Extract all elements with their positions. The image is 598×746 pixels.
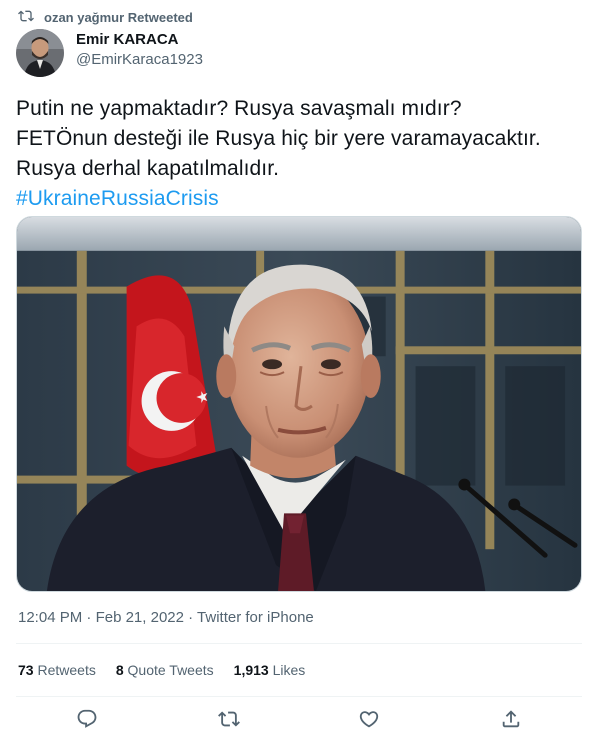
share-icon: [500, 710, 522, 734]
tweet-time[interactable]: 12:04 PM: [18, 609, 82, 626]
tweet-date[interactable]: Feb 21, 2022: [96, 609, 184, 626]
quote-tweets-label: Quote Tweets: [127, 662, 214, 678]
tweet-text: Putin ne yapmaktadır? Rusya savaşmalı mı…: [16, 94, 586, 214]
divider: [16, 643, 582, 644]
likes-stat[interactable]: 1,913 Likes: [234, 662, 306, 678]
retweet-context-text: ozan yağmur Retweeted: [44, 9, 193, 25]
retweet-context[interactable]: ozan yağmur Retweeted: [18, 8, 193, 26]
tweet-timestamp: 12:04 PM · Feb 21, 2022 · Twitter for iP…: [18, 609, 314, 626]
heart-icon: [358, 711, 380, 734]
likes-count: 1,913: [233, 662, 269, 678]
reply-button[interactable]: [76, 708, 100, 732]
retweet-icon: [18, 8, 44, 27]
retweets-label: Retweets: [37, 662, 96, 678]
divider: [16, 696, 582, 697]
tweet-stats: 73 Retweets 8 Quote Tweets 1,913 Likes: [18, 662, 325, 678]
retweets-stat[interactable]: 73 Retweets: [18, 662, 96, 678]
like-button[interactable]: [358, 708, 382, 732]
tweet-text-line: Putin ne yapmaktadır? Rusya savaşmalı mı…: [16, 97, 462, 120]
tweet-author[interactable]: Emir KARACA @EmirKaraca1923: [16, 28, 203, 78]
tweet-media-photo[interactable]: [16, 216, 582, 592]
share-button[interactable]: [500, 708, 524, 732]
tweet-source[interactable]: Twitter for iPhone: [197, 609, 314, 626]
likes-label: Likes: [272, 662, 306, 678]
tweet-text-line: Rusya derhal kapatılmalıdır.: [16, 157, 280, 180]
retweet-icon: [218, 711, 240, 734]
tweet-text-line: FETÖnun desteği ile Rusya hiç bir yere v…: [16, 127, 541, 150]
avatar[interactable]: [16, 29, 64, 77]
quote-tweets-stat[interactable]: 8 Quote Tweets: [116, 662, 214, 678]
quote-tweets-count: 8: [115, 662, 124, 678]
reply-icon: [76, 709, 98, 734]
retweet-button[interactable]: [218, 708, 242, 732]
hashtag-link[interactable]: #UkraineRussiaCrisis: [16, 184, 586, 214]
author-handle[interactable]: @EmirKaraca1923: [76, 50, 203, 70]
meta-separator: ·: [82, 609, 96, 626]
tweet-actions: [0, 706, 598, 736]
author-display-name[interactable]: Emir KARACA: [76, 30, 203, 50]
retweets-count: 73: [18, 662, 34, 678]
meta-separator: ·: [183, 609, 198, 626]
